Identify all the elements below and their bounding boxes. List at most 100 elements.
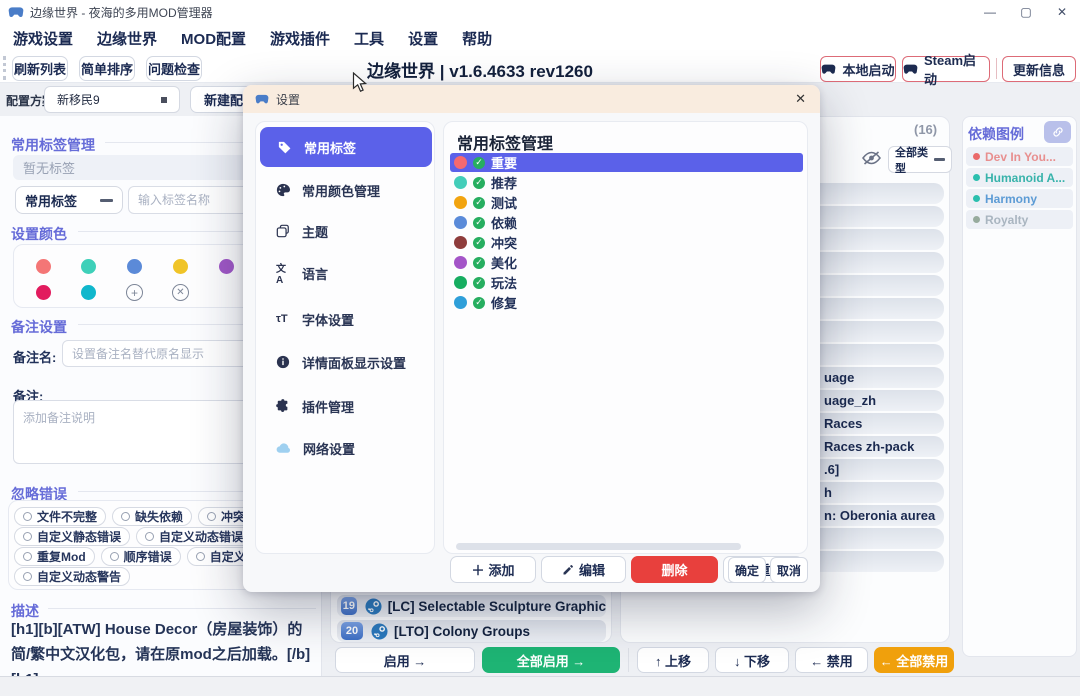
ignore-chip[interactable]: 顺序错误 [101,547,181,566]
steam-launch-button[interactable]: Steam启动 [902,56,990,82]
dialog-close-icon[interactable]: ✕ [795,91,806,107]
menu-game-settings[interactable]: 游戏设置 [13,28,73,49]
ignore-chip[interactable]: 文件不完整 [14,507,106,526]
mod-name-fragment: Races zh-pack [824,439,914,454]
cancel-button[interactable]: 取消 [770,557,808,583]
tag-name: 依赖 [491,213,517,232]
enable-button[interactable]: 启用 → [335,647,475,673]
toggle-ring-icon [23,512,32,521]
mouse-cursor [352,72,368,94]
toggle-ring-icon [110,552,119,561]
menu-help[interactable]: 帮助 [462,28,492,49]
add-color-icon[interactable]: + [126,284,143,301]
legend-item[interactable]: Dev In You... [966,147,1073,166]
color-swatch[interactable] [36,285,51,300]
tag-color-dot [454,276,467,289]
delete-tag-button[interactable]: 删除 [631,556,718,583]
legend-item[interactable]: Harmony [966,189,1073,208]
toggle-ring-icon [145,532,154,541]
legend-dot [973,174,980,181]
divider [48,608,316,609]
cloud-icon [276,442,291,454]
menu-tools[interactable]: 工具 [354,28,384,49]
tag-row[interactable]: ✓ 玩法 [450,273,803,292]
chip-label: 文件不完整 [37,508,97,525]
edit-tag-button[interactable]: 编辑 [541,556,626,583]
remove-color-icon[interactable]: ✕ [172,284,189,301]
tag-type-select[interactable]: 常用标签 [15,186,123,214]
add-tag-button[interactable]: ＋添加 [450,556,536,583]
link-button[interactable] [1044,121,1071,143]
mod-name-fragment: uage_zh [824,393,876,408]
ignore-chip[interactable]: 自定义静态错误 [14,527,130,546]
legend-item[interactable]: Royalty [966,210,1073,229]
ignore-chip[interactable]: 重复Mod [14,547,95,566]
ignore-chip[interactable]: 自定义动态警告 [14,567,130,586]
sidebar-item-theme[interactable]: 主题 [266,221,430,241]
simple-sort-button[interactable]: 简单排序 [79,56,135,81]
menu-mod-config[interactable]: MOD配置 [181,28,246,49]
menu-rimworld[interactable]: 边缘世界 [97,28,157,49]
local-launch-button[interactable]: 本地启动 [820,56,896,82]
divider [628,648,629,672]
tag-row[interactable]: ✓ 修复 [450,293,803,312]
ignore-chip[interactable]: 自定义动态错误 [136,527,252,546]
palette-icon [276,183,290,197]
dialog-header: 设置 ✕ [243,85,820,113]
update-info-button[interactable]: 更新信息 [1002,56,1076,82]
sidebar-item-detail-panel[interactable]: 详情面板显示设置 [266,352,430,372]
app-icon [8,6,24,18]
tag-row[interactable]: ✓ 推荐 [450,173,803,192]
tag-row[interactable]: ✓ 依赖 [450,213,803,232]
profile-select[interactable]: 新移民9 [44,86,180,113]
tag-name: 玩法 [491,273,517,292]
tag-icon [277,140,292,155]
color-swatch[interactable] [219,259,234,274]
sidebar-item-language[interactable]: 文A 语言 [266,263,430,283]
color-swatch[interactable] [127,259,142,274]
chip-label: 重复Mod [37,548,86,565]
move-down-button[interactable]: ↓ 下移 [715,647,789,673]
eye-off-icon[interactable] [861,149,882,167]
move-up-button[interactable]: ↑ 上移 [637,647,709,673]
minimize-button[interactable]: — [972,0,1008,24]
color-swatch[interactable] [81,259,96,274]
tag-color-dot [454,236,467,249]
color-swatch[interactable] [36,259,51,274]
check-icon: ✓ [473,237,485,249]
ignore-chip[interactable]: 缺失依赖 [112,507,192,526]
mod-row[interactable]: 19 [LC] Selectable Sculpture Graphic [337,595,606,617]
tag-row[interactable]: ✓ 重要 [450,153,803,172]
toolbar-drag-handle[interactable] [3,56,6,80]
tag-type-value: 常用标签 [25,191,100,210]
sidebar-item-plugins[interactable]: 插件管理 [266,396,430,416]
tag-name: 冲突 [491,233,517,252]
issue-check-button[interactable]: 问题检查 [146,56,202,81]
color-swatch[interactable] [173,259,188,274]
close-button[interactable]: ✕ [1044,0,1080,24]
dialog-sidebar: 常用标签 常用颜色管理 主题 文A 语言 τT 字体设置 详情面板显示设置 [255,121,435,554]
horizontal-scrollbar[interactable] [456,543,741,550]
type-filter-select[interactable]: 全部类型 [888,146,952,173]
mod-name-fragment: h [824,485,832,500]
maximize-button[interactable]: ▢ [1008,0,1044,24]
menu-game-plugins[interactable]: 游戏插件 [270,28,330,49]
gamepad-icon [903,64,918,74]
sidebar-item-color-manage[interactable]: 常用颜色管理 [266,180,430,200]
refresh-list-button[interactable]: 刷新列表 [12,56,68,81]
sidebar-item-common-tags[interactable]: 常用标签 [260,127,432,167]
ok-button[interactable]: 确定 [728,557,766,583]
enable-all-button[interactable]: 全部启用 → [482,647,620,673]
tag-row[interactable]: ✓ 冲突 [450,233,803,252]
disable-all-button[interactable]: ← 全部禁用 [874,647,954,673]
tag-row[interactable]: ✓ 测试 [450,193,803,212]
sidebar-item-network[interactable]: 网络设置 [266,438,430,458]
mod-name-fragment: .6] [824,462,839,477]
color-swatch[interactable] [81,285,96,300]
legend-item[interactable]: Humanoid A... [966,168,1073,187]
tag-row[interactable]: ✓ 美化 [450,253,803,272]
mod-row[interactable]: 20 [LTO] Colony Groups [337,620,606,642]
sidebar-item-font[interactable]: τT 字体设置 [266,309,430,329]
menu-settings[interactable]: 设置 [408,28,438,49]
disable-button[interactable]: ← 禁用 [795,647,868,673]
